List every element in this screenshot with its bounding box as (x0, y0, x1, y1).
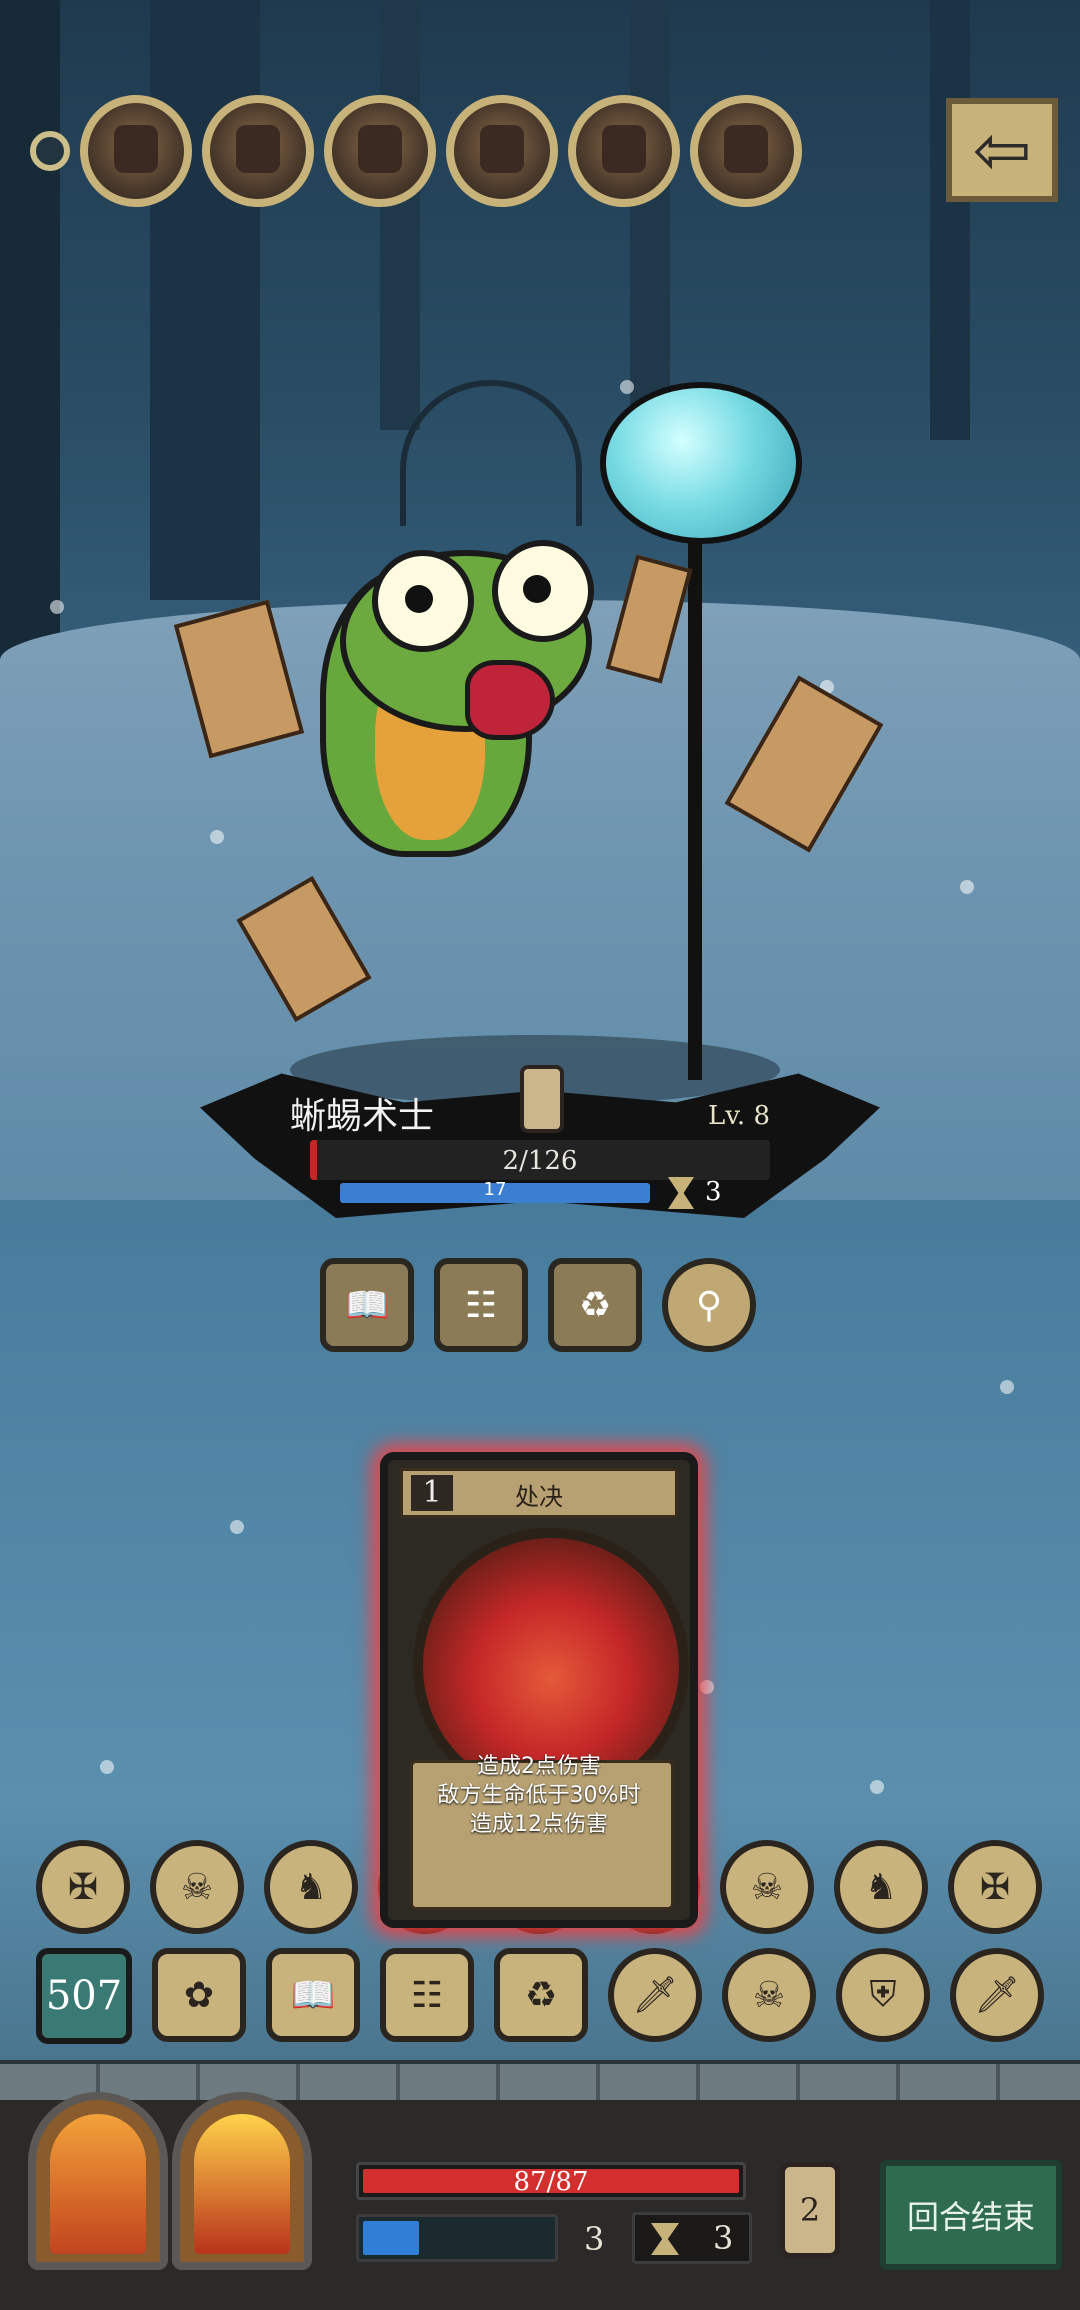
staff-icon[interactable]: ⚲ (662, 1258, 756, 1352)
card-desc-line: 造成2点伤害 (477, 1754, 601, 1779)
deck-counter[interactable]: 507 (36, 1948, 132, 2044)
tree-trunk (150, 0, 260, 600)
knife-icon[interactable]: 🗡 (608, 1948, 702, 2042)
snowflake (1000, 1380, 1014, 1394)
spellbook-icon[interactable]: 📖 (266, 1948, 360, 2042)
card-desc-line: 敌方生命低于30%时 (437, 1783, 641, 1808)
deck-count: 507 (45, 1973, 123, 2019)
snowflake (210, 830, 224, 844)
enemy-hp-text: 2/126 (502, 1146, 578, 1176)
snowflake (960, 880, 974, 894)
enemy-intent-row: 📖 ☷ ♻ ⚲ (320, 1258, 756, 1352)
selected-card[interactable]: 1 处决 造成2点伤害 敌方生命低于30%时 造成12点伤害 (380, 1452, 698, 1928)
enemy-portrait-icon[interactable] (446, 95, 558, 207)
energy-counter: 2 (780, 2162, 840, 2258)
crossbow-dark-icon[interactable]: ✠ (948, 1840, 1042, 1934)
dwarf-portrait-icon[interactable] (568, 95, 680, 207)
player-timer-box: 3 (632, 2212, 752, 2264)
graveyard-gate (400, 380, 582, 526)
dagger-icon[interactable]: 🗡 (950, 1948, 1044, 2042)
enemy-name: 蜥蜴术士 (290, 1096, 435, 1137)
lizard-tongue (465, 660, 555, 740)
player-shield-value: 3 (584, 2220, 605, 2258)
hourglass-icon (651, 2223, 679, 2255)
snowflake (50, 600, 64, 614)
crossbow-icon[interactable]: ✠ (36, 1840, 130, 1934)
crystal-orb (600, 382, 802, 544)
card-desc-line: 造成12点伤害 (470, 1812, 608, 1837)
card-description: 造成2点伤害 敌方生命低于30%时 造成12点伤害 (388, 1752, 690, 1839)
tree-trunk (930, 0, 970, 440)
card-title-bar: 1 处决 (400, 1468, 678, 1518)
enemy-level: Lv. 8 (708, 1101, 770, 1131)
lizard-pupil (523, 575, 551, 603)
snowflake (870, 1780, 884, 1794)
hand-row-bottom: 507 ✿ 📖 ☷ ♻ 🗡 ☠ ⛨ 🗡 (36, 1948, 1044, 2044)
enemy-timer: 3 (705, 1177, 722, 1207)
phoenix-feather-icon[interactable]: ✿ (152, 1948, 246, 2042)
enemy-intent-tag (520, 1065, 564, 1133)
enemy-portrait-icon[interactable] (690, 95, 802, 207)
staff-pole (688, 525, 702, 1080)
hooded-hero-portrait[interactable] (172, 2092, 312, 2270)
horse-icon[interactable]: ♞ (264, 1840, 358, 1934)
enemy-portrait-icon[interactable] (202, 95, 314, 207)
enemy-shield-bar: 17 (340, 1179, 650, 1203)
back-button[interactable]: ⇦ (946, 98, 1058, 202)
snowflake (230, 1520, 244, 1534)
skull-banner-icon[interactable]: ☠ (150, 1840, 244, 1934)
sword-hero-icon (50, 2114, 146, 2254)
card-title: 处决 (515, 1483, 563, 1511)
player-shield-bar (356, 2214, 558, 2262)
enemy-portrait-icon[interactable] (324, 95, 436, 207)
cage-icon[interactable]: ☷ (434, 1258, 528, 1352)
armor-icon[interactable]: ⛨ (836, 1948, 930, 2042)
stone-ledge (0, 2060, 1080, 2104)
enemy-hp-bar: 2/126 (310, 1140, 770, 1180)
tree-trunk (380, 0, 420, 430)
enemy-portrait-icon[interactable] (80, 95, 192, 207)
player-timer: 3 (713, 2219, 734, 2257)
lizard-pupil (405, 585, 433, 613)
player-shield-fill (363, 2221, 419, 2255)
skull-icon[interactable]: ☠ (720, 1840, 814, 1934)
skull-icon[interactable]: ☠ (722, 1948, 816, 2042)
player-hp-bar: 87/87 (356, 2162, 746, 2200)
enemy-queue (30, 95, 802, 207)
player-hp-text: 87/87 (513, 2167, 589, 2197)
snowflake (620, 380, 634, 394)
enemy-shield-value: 17 (483, 1179, 507, 1200)
snowflake (100, 1760, 114, 1774)
arrow-left-icon: ⇦ (972, 109, 1032, 191)
knight-icon[interactable]: ♞ (834, 1840, 928, 1934)
end-turn-button[interactable]: 回合结束 (880, 2160, 1062, 2270)
hooded-hero-icon (194, 2114, 290, 2254)
turn-marker-icon (30, 131, 70, 171)
cage-icon[interactable]: ☷ (380, 1948, 474, 2042)
barrel-icon[interactable]: ♻ (494, 1948, 588, 2042)
enemy-nameplate: 蜥蜴术士 Lv. 8 2/126 17 3 (200, 1065, 880, 1235)
tree-trunk (630, 0, 670, 420)
snowflake (700, 1680, 714, 1694)
barrel-icon[interactable]: ♻ (548, 1258, 642, 1352)
sword-hero-portrait[interactable] (28, 2092, 168, 2270)
spellbook-icon[interactable]: 📖 (320, 1258, 414, 1352)
